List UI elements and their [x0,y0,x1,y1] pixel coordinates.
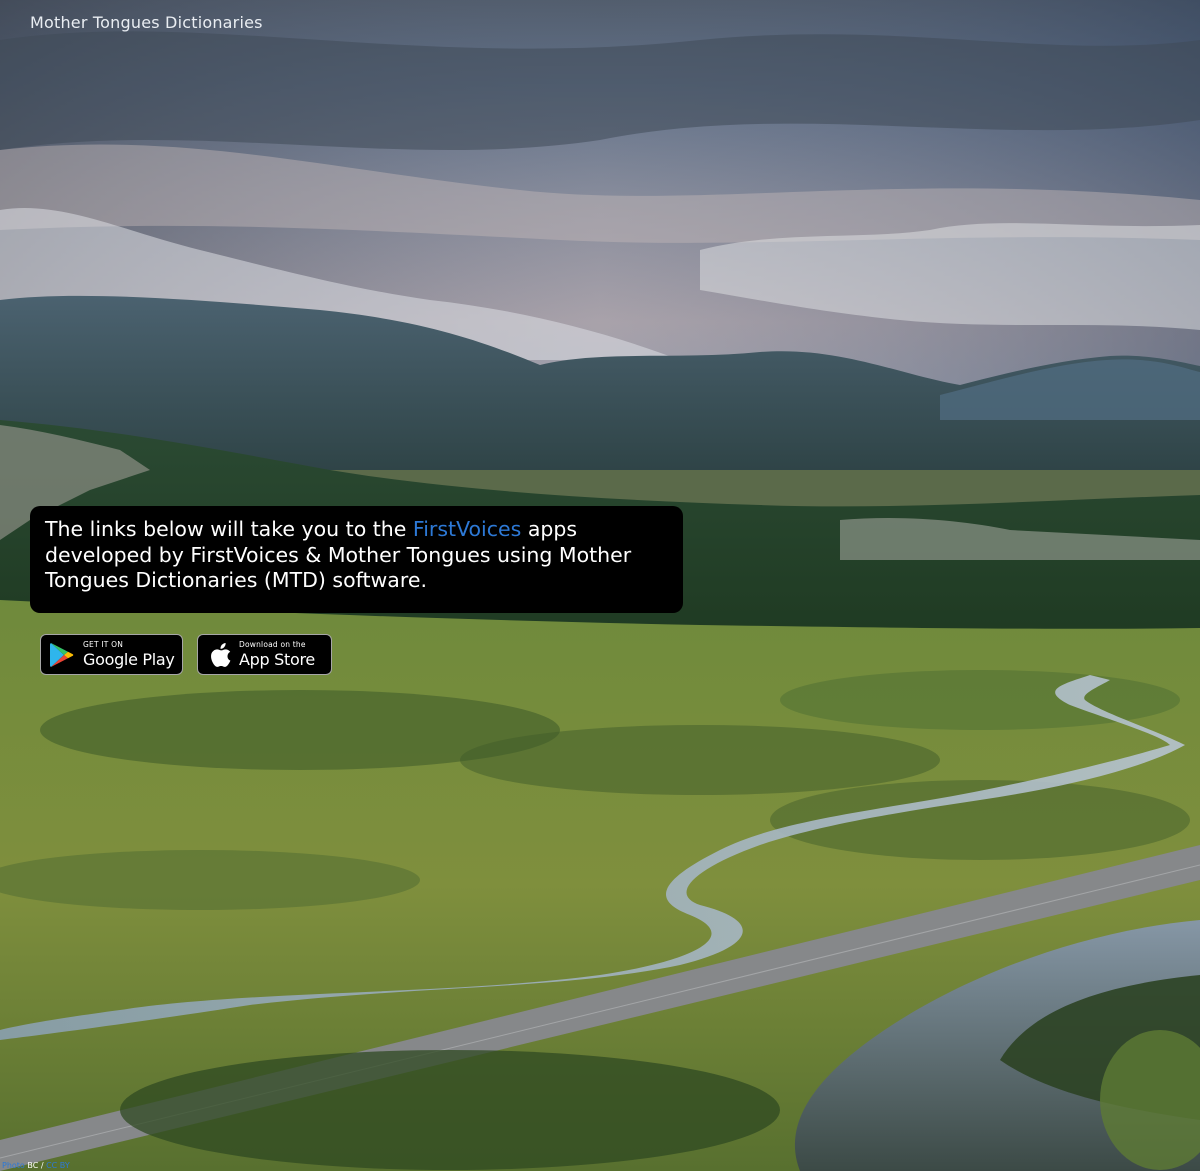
photo-credit-owner[interactable]: BC [27,1161,38,1170]
photo-credit-license[interactable]: CC BY [46,1161,70,1170]
app-store-badge-button[interactable]: Download on the App Store [197,634,332,675]
google-play-badge-button[interactable]: GET IT ON Google Play [40,634,183,675]
photo-credit: Photo BC / CC BY [2,1161,70,1170]
page: Mother Tongues Dictionaries The links be… [0,0,1200,1171]
intro-message-box: The links below will take you to the Fir… [30,506,683,613]
photo-credit-separator: / [38,1161,47,1170]
app-store-badge-small-text: Download on the [239,640,306,649]
google-play-icon [50,643,74,667]
apple-icon [211,643,231,667]
site-title-link[interactable]: Mother Tongues Dictionaries [30,13,263,32]
app-store-badge-label: App Store [239,650,315,669]
google-play-badge-label: Google Play [83,650,175,669]
intro-text-start: The links below will take you to the [45,517,413,541]
firstvoices-link[interactable]: FirstVoices [413,517,521,541]
google-play-badge-small-text: GET IT ON [83,640,124,649]
photo-credit-prefix[interactable]: Photo [2,1161,25,1170]
